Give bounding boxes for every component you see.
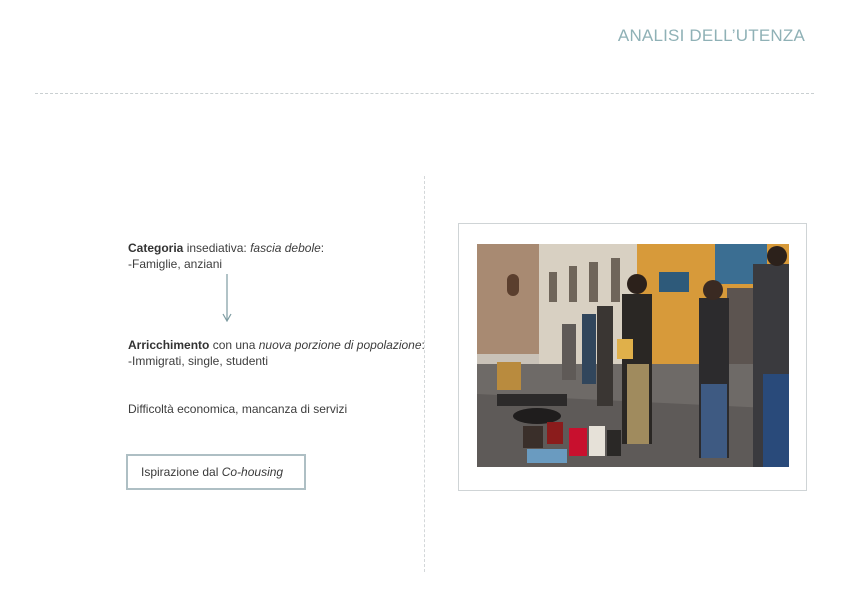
header-divider (35, 93, 814, 94)
enrichment-italic: nuova porzione di popolazione (258, 338, 422, 352)
category-block: Categoria insediativa: fascia debole: -F… (128, 240, 324, 272)
enrichment-line: Arricchimento con una nuova porzione di … (128, 337, 425, 353)
arrow-down-icon (222, 274, 232, 322)
enrichment-label: Arricchimento (128, 338, 210, 352)
column-divider (424, 176, 425, 572)
enrichment-block: Arricchimento con una nuova porzione di … (128, 337, 425, 369)
category-italic: fascia debole (250, 241, 321, 255)
street-vendors-photo (477, 244, 789, 467)
cohousing-text: Ispirazione dal (141, 465, 222, 479)
enrichment-sub: -Immigrati, single, studenti (128, 354, 269, 368)
enrichment-text: con una (209, 338, 259, 352)
difficulty-text: Difficoltà economica, mancanza di serviz… (128, 402, 348, 416)
category-text: insediativa: (183, 241, 251, 255)
enrichment-colon: : (421, 338, 425, 352)
photo-illustration (477, 244, 789, 467)
category-sub: -Famiglie, anziani (128, 257, 223, 271)
category-line: Categoria insediativa: fascia debole: (128, 240, 324, 256)
cohousing-box: Ispirazione dal Co-housing (126, 454, 306, 490)
page-title: ANALISI DELL’UTENZA (617, 26, 805, 45)
cohousing-italic: Co-housing (221, 465, 284, 479)
category-colon: : (320, 241, 325, 255)
category-label: Categoria (128, 241, 184, 255)
